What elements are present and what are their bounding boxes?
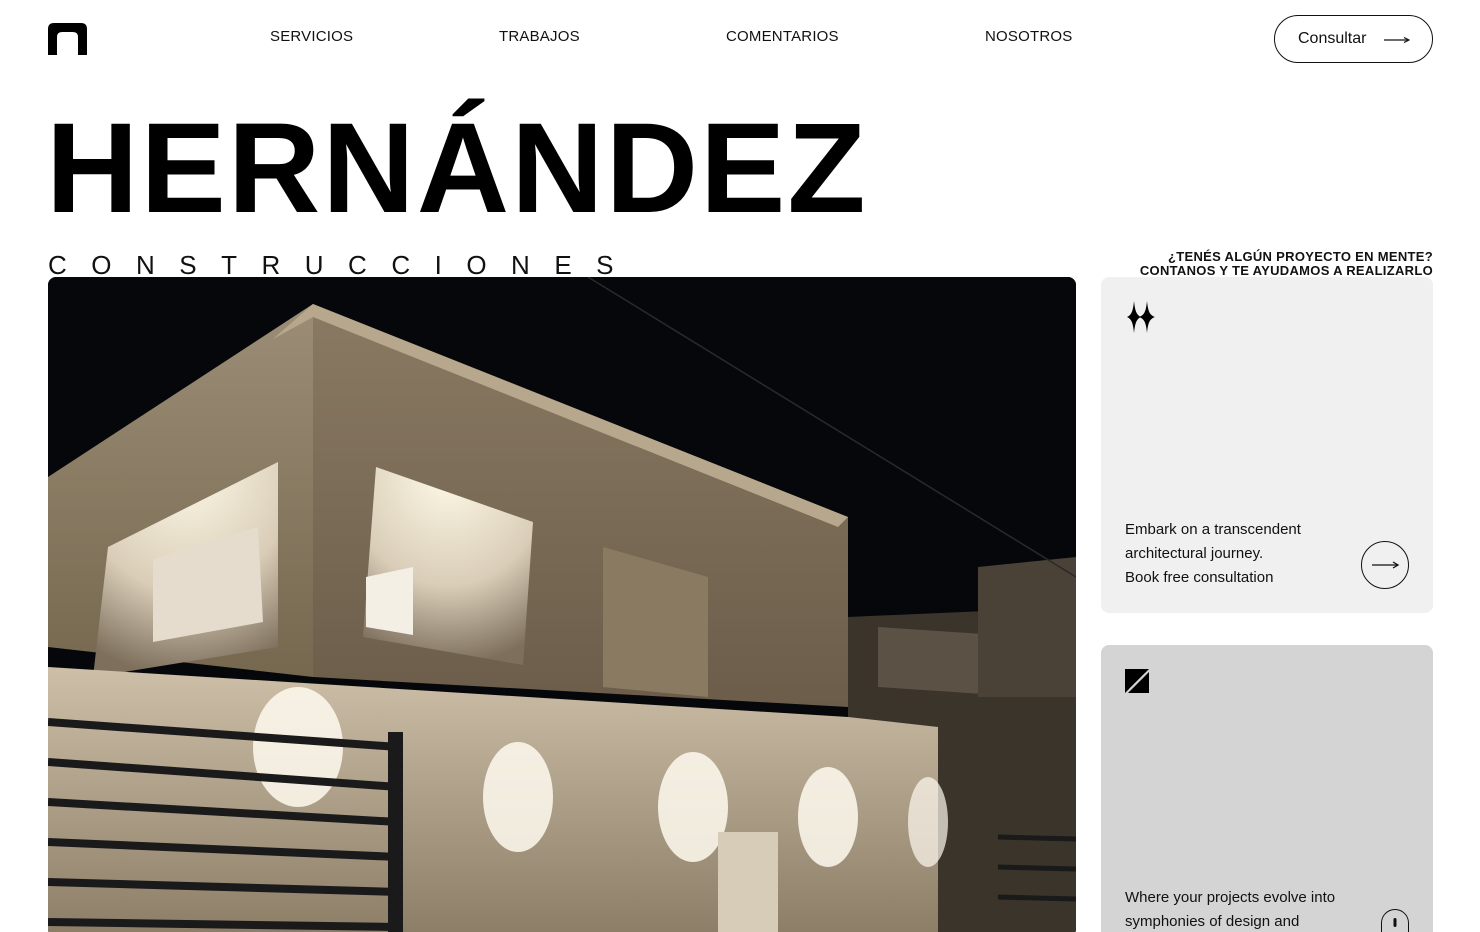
projects-card-line1: Where your projects evolve into	[1125, 889, 1336, 906]
arrow-right-icon	[1372, 561, 1400, 569]
consult-button[interactable]: Consultar	[1274, 15, 1433, 63]
consult-button-label: Consultar	[1298, 30, 1367, 47]
main-nav: SERVICIOS TRABAJOS COMENTARIOS NOSOTROS	[0, 28, 1480, 48]
scroll-mouse-icon	[1393, 918, 1397, 927]
consultation-arrow-button[interactable]	[1361, 541, 1409, 589]
consultation-card-line2: architectural journey.	[1125, 545, 1264, 562]
projects-card: Where your projects evolve into symphoni…	[1101, 645, 1433, 932]
nav-item-servicios[interactable]: SERVICIOS	[270, 28, 353, 45]
hero-title: HERNÁNDEZ	[46, 97, 868, 240]
consultation-card-text: Embark on a transcendent architectural j…	[1125, 518, 1365, 590]
project-question: ¿TENÉS ALGÚN PROYECTO EN MENTE? CONTANOS…	[1140, 250, 1433, 278]
consultation-card-line1: Embark on a transcendent	[1125, 521, 1301, 538]
projects-card-line2: symphonies of design and	[1125, 913, 1300, 930]
scroll-mouse-button[interactable]	[1381, 909, 1409, 932]
nav-item-nosotros[interactable]: NOSOTROS	[985, 28, 1072, 45]
sparkle-icon	[1127, 301, 1155, 333]
project-question-line2: CONTANOS Y TE AYUDAMOS A REALIZARLO	[1139, 263, 1433, 278]
consultation-card: Embark on a transcendent architectural j…	[1101, 277, 1433, 613]
consultation-card-line3: Book free consultation	[1125, 569, 1274, 586]
nav-item-trabajos[interactable]: TRABAJOS	[499, 28, 580, 45]
hero-subtitle: CONSTRUCCIONES	[48, 250, 639, 280]
arrow-right-icon	[1384, 37, 1410, 43]
projects-card-text: Where your projects evolve into symphoni…	[1125, 886, 1385, 932]
project-question-line1: ¿TENÉS ALGÚN PROYECTO EN MENTE?	[1168, 249, 1433, 264]
house-night-photo	[48, 277, 1076, 932]
slash-square-icon	[1125, 669, 1149, 693]
nav-item-comentarios[interactable]: COMENTARIOS	[726, 28, 839, 45]
